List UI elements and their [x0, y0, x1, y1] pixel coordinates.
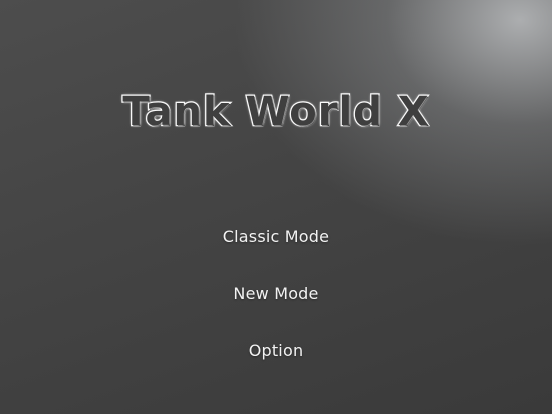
classic-mode-button[interactable]: Classic Mode	[0, 222, 552, 279]
title-screen: Tank World X Classic Mode New Mode Optio…	[0, 0, 552, 414]
game-title: Tank World X	[121, 88, 430, 137]
main-menu: Classic Mode New Mode Option	[0, 222, 552, 393]
option-button[interactable]: Option	[0, 336, 552, 393]
new-mode-button[interactable]: New Mode	[0, 279, 552, 336]
